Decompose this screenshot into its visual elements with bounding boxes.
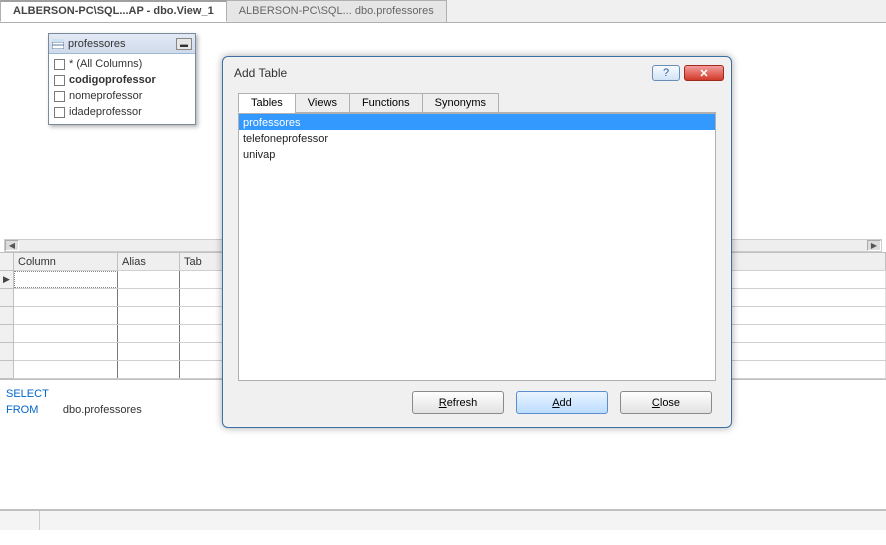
results-pane-header	[0, 510, 886, 530]
list-item[interactable]: telefoneprofessor	[239, 130, 715, 146]
column-checkbox[interactable]	[54, 59, 65, 70]
dialog-title: Add Table	[234, 66, 287, 80]
add-button[interactable]: Add	[516, 391, 608, 414]
column-checkbox[interactable]	[54, 75, 65, 86]
column-checkbox[interactable]	[54, 107, 65, 118]
tab-functions[interactable]: Functions	[349, 93, 423, 113]
close-icon: ✕	[699, 67, 708, 80]
document-tab-strip: ALBERSON-PC\SQL...AP - dbo.View_1 ALBERS…	[0, 0, 886, 23]
column-label: codigoprofessor	[69, 73, 156, 87]
table-window-body: * (All Columns) codigoprofessor nomeprof…	[49, 54, 195, 124]
row-header-cell	[0, 307, 13, 325]
table-icon	[52, 39, 64, 49]
scroll-left-icon[interactable]: ◀	[5, 240, 19, 251]
tab-views[interactable]: Views	[295, 93, 350, 113]
tab-label: Tables	[251, 97, 283, 109]
table-window-professores[interactable]: professores ▬ * (All Columns) codigoprof…	[48, 33, 196, 125]
document-tab-label: ALBERSON-PC\SQL... dbo.professores	[239, 5, 434, 17]
add-table-tabstrip: Tables Views Functions Synonyms	[238, 92, 716, 113]
criteria-header-table[interactable]: Tab	[180, 253, 226, 270]
button-label-rest: efresh	[447, 397, 478, 409]
scroll-right-icon[interactable]: ▶	[867, 240, 881, 251]
column-item[interactable]: nomeprofessor	[52, 88, 192, 104]
criteria-cell-table[interactable]	[180, 271, 226, 288]
column-label: nomeprofessor	[69, 89, 142, 103]
sql-text: dbo.professores	[38, 404, 141, 416]
criteria-cell-alias[interactable]	[118, 289, 180, 306]
current-row-indicator-icon: ▶	[0, 271, 13, 289]
document-tab-professores[interactable]: ALBERSON-PC\SQL... dbo.professores	[226, 0, 447, 22]
table-window-title: professores	[68, 38, 125, 50]
refresh-button[interactable]: Refresh	[412, 391, 504, 414]
column-label: * (All Columns)	[69, 57, 142, 71]
list-item-label: professores	[243, 117, 300, 129]
row-header-cell	[0, 361, 13, 379]
close-dialog-button[interactable]: Close	[620, 391, 712, 414]
row-header-cell	[0, 325, 13, 343]
button-label-rest: lose	[660, 397, 680, 409]
row-header-cell	[0, 343, 13, 361]
mnemonic: C	[652, 397, 660, 409]
tab-label: Views	[308, 97, 337, 109]
help-icon: ?	[663, 67, 669, 79]
dialog-button-row: Refresh Add Close	[238, 381, 716, 422]
sql-keyword: FROM	[6, 404, 38, 416]
column-item[interactable]: idadeprofessor	[52, 104, 192, 120]
row-header-column: ▶	[0, 253, 14, 379]
criteria-cell-column[interactable]	[14, 271, 118, 288]
column-item[interactable]: codigoprofessor	[52, 72, 192, 88]
list-item[interactable]: professores	[239, 114, 715, 130]
list-item-label: univap	[243, 149, 275, 161]
list-item-label: telefoneprofessor	[243, 133, 328, 145]
tables-listbox[interactable]: professores telefoneprofessor univap	[238, 113, 716, 381]
close-button[interactable]: ✕	[684, 65, 724, 81]
tab-tables[interactable]: Tables	[238, 93, 296, 113]
table-window-titlebar[interactable]: professores ▬	[49, 34, 195, 54]
column-label: idadeprofessor	[69, 105, 142, 119]
criteria-cell-column[interactable]	[14, 289, 118, 306]
tab-label: Functions	[362, 97, 410, 109]
sql-keyword: SELECT	[6, 388, 49, 400]
mnemonic: R	[439, 397, 447, 409]
minimize-button[interactable]: ▬	[176, 38, 192, 50]
column-checkbox[interactable]	[54, 91, 65, 102]
list-item[interactable]: univap	[239, 146, 715, 162]
row-header-spacer	[0, 253, 13, 271]
criteria-header-alias[interactable]: Alias	[118, 253, 180, 270]
tab-label: Synonyms	[435, 97, 486, 109]
row-header-cell	[0, 289, 13, 307]
criteria-cell-alias[interactable]	[118, 271, 180, 288]
mnemonic: A	[552, 397, 559, 409]
help-button[interactable]: ?	[652, 65, 680, 81]
column-item[interactable]: * (All Columns)	[52, 56, 192, 72]
dialog-titlebar[interactable]: Add Table ? ✕	[228, 62, 726, 84]
document-tab-view1[interactable]: ALBERSON-PC\SQL...AP - dbo.View_1	[0, 0, 227, 22]
criteria-header-column[interactable]: Column	[14, 253, 118, 270]
button-label-rest: dd	[560, 397, 572, 409]
criteria-cell-table[interactable]	[180, 289, 226, 306]
tab-synonyms[interactable]: Synonyms	[422, 93, 499, 113]
document-tab-label: ALBERSON-PC\SQL...AP - dbo.View_1	[13, 5, 214, 17]
add-table-dialog[interactable]: Add Table ? ✕ Tables Views Functions Syn…	[222, 56, 732, 428]
